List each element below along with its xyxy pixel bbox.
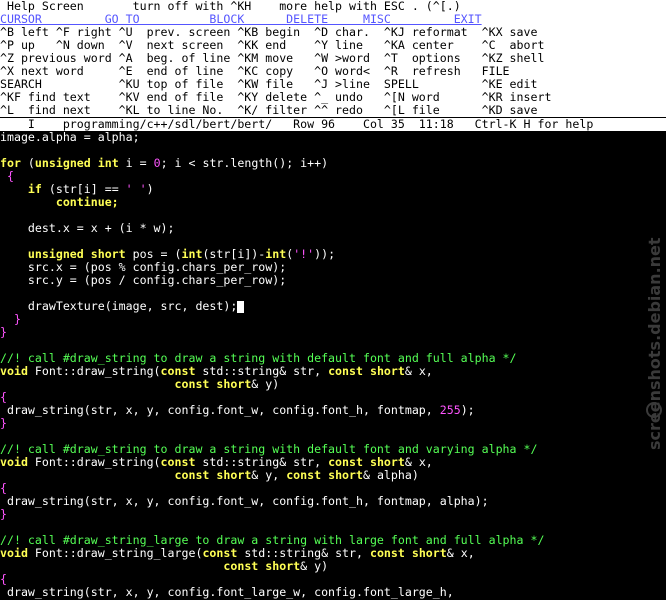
code-line: } xyxy=(0,507,7,521)
code-line: draw_string(str, x, y, config.font_w, co… xyxy=(0,403,475,417)
code-line: const short& y) xyxy=(174,377,280,391)
code-line: continue; xyxy=(0,195,119,209)
code-line: } xyxy=(0,416,7,430)
debian-logo-icon xyxy=(646,402,662,418)
code-line: src.y = (pos / config.chars_per_row); xyxy=(0,273,287,287)
code-line: const short& y) xyxy=(223,559,329,573)
code-line: draw_string(str, x, y, config.font_large… xyxy=(0,585,454,599)
code-line: drawTexture(image, src, dest); xyxy=(0,300,245,313)
code-line: for (unsigned int i = 0; i < str.length(… xyxy=(0,156,329,170)
code-line: image.alpha = alpha; xyxy=(0,130,140,144)
code-line: const short& y, const short& alpha) xyxy=(174,468,419,482)
code-line: dest.x = x + (i * w); xyxy=(0,221,175,235)
code-line: } xyxy=(0,325,7,339)
text-cursor xyxy=(237,300,245,313)
code-line: draw_string(str, x, y, config.font_w, co… xyxy=(0,494,489,508)
help-row: ^L find next ^KL to line No. ^K/ filter … xyxy=(0,104,666,117)
